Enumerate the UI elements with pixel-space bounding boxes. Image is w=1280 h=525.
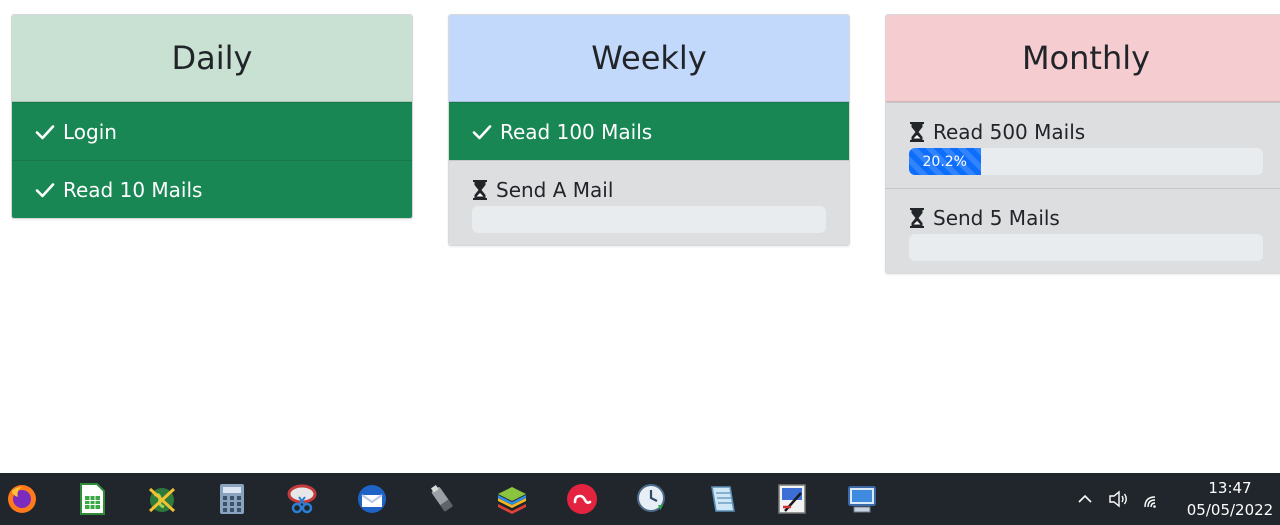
progress-bar: 20.2%	[909, 148, 981, 175]
thunderbird-icon[interactable]	[356, 483, 388, 515]
download-clock-icon[interactable]	[636, 483, 668, 515]
wifi-icon[interactable]	[1142, 488, 1164, 510]
notepad-icon[interactable]	[706, 483, 738, 515]
snipping-tool-icon[interactable]	[286, 483, 318, 515]
task-label: Send A Mail	[496, 178, 614, 202]
firefox-icon[interactable]	[6, 483, 38, 515]
clock-time: 13:47	[1208, 479, 1252, 497]
progress-track	[472, 206, 826, 233]
hourglass-icon	[910, 208, 924, 228]
hourglass-icon	[910, 122, 924, 142]
bluestacks-icon[interactable]	[496, 483, 528, 515]
calculator-icon[interactable]	[216, 483, 248, 515]
globe-app-icon[interactable]	[146, 483, 178, 515]
check-icon	[35, 124, 55, 139]
panel-monthly: Monthly Read 500 Mails 20.2% Send 5 Mail…	[885, 14, 1280, 274]
taskbar-clock[interactable]: 13:47 05/05/2022	[1180, 477, 1280, 521]
task-send-5-mails[interactable]: Send 5 Mails	[886, 188, 1280, 273]
task-label: Read 100 Mails	[500, 119, 653, 144]
panel-weekly: Weekly Read 100 Mails Send A Mail	[448, 14, 850, 246]
volume-icon[interactable]	[1108, 488, 1130, 510]
task-read-100-mails[interactable]: Read 100 Mails	[449, 102, 849, 160]
hourglass-icon	[473, 180, 487, 200]
clock-date: 05/05/2022	[1186, 501, 1274, 519]
check-icon	[35, 182, 55, 197]
task-label: Send 5 Mails	[933, 206, 1060, 230]
task-read-500-mails[interactable]: Read 500 Mails 20.2%	[886, 102, 1280, 188]
task-label: Login	[63, 119, 117, 144]
panel-daily: Daily Login Read 10 Mails	[11, 14, 413, 219]
usb-drive-icon[interactable]	[426, 483, 458, 515]
task-read-10-mails[interactable]: Read 10 Mails	[12, 160, 412, 218]
task-label: Read 500 Mails	[933, 120, 1086, 144]
check-icon	[472, 124, 492, 139]
panel-title-weekly: Weekly	[449, 15, 849, 102]
panel-title-monthly: Monthly	[886, 15, 1280, 102]
task-send-a-mail[interactable]: Send A Mail	[449, 160, 849, 245]
adobe-creative-cloud-icon[interactable]	[566, 483, 598, 515]
system-tray: 13:47 05/05/2022	[1068, 473, 1280, 525]
task-label: Read 10 Mails	[63, 177, 203, 202]
chevron-up-icon[interactable]	[1074, 488, 1096, 510]
progress-track: 20.2%	[909, 148, 1263, 175]
libreoffice-calc-icon[interactable]	[76, 483, 108, 515]
task-login[interactable]: Login	[12, 102, 412, 160]
app-root: Daily Login Read 10 Mails Weekly Read 10…	[0, 0, 1280, 525]
progress-track	[909, 234, 1263, 261]
paint-icon[interactable]	[776, 483, 808, 515]
remote-desktop-icon[interactable]	[846, 483, 878, 515]
taskbar: 13:47 05/05/2022	[0, 473, 1280, 525]
panel-title-daily: Daily	[12, 15, 412, 102]
